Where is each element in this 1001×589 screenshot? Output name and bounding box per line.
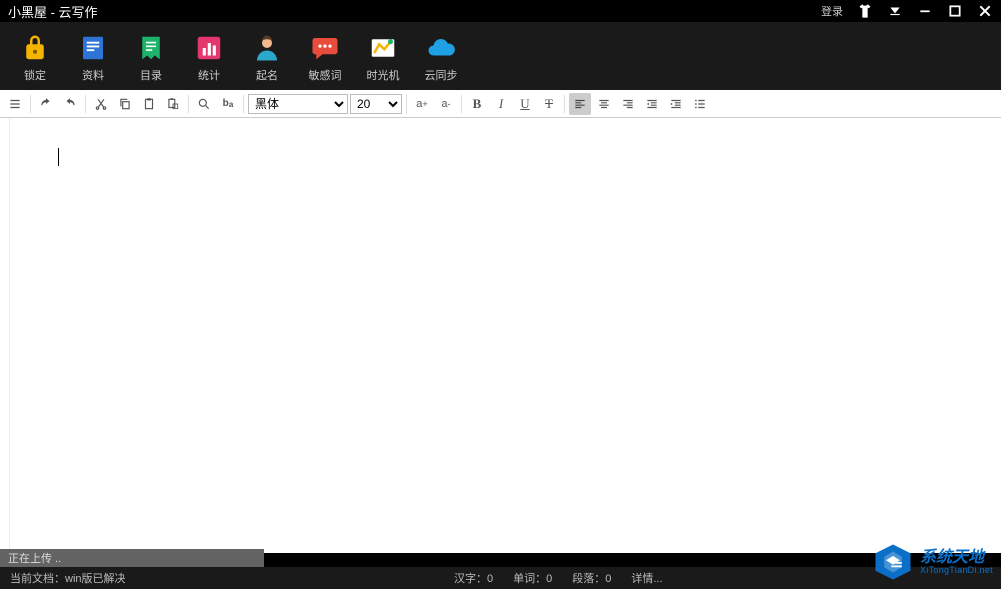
toc-button[interactable]: 目录 — [128, 33, 174, 83]
separator — [461, 95, 462, 113]
naming-label: 起名 — [256, 67, 278, 83]
copy-button[interactable] — [114, 93, 136, 115]
separator — [30, 95, 31, 113]
paste-special-button[interactable] — [162, 93, 184, 115]
bold-button[interactable]: B — [466, 93, 488, 115]
separator — [85, 95, 86, 113]
cloudsync-button[interactable]: 云同步 — [418, 33, 464, 83]
sensitive-label: 敏感词 — [309, 67, 342, 83]
detail-link[interactable]: 详情... — [631, 570, 662, 586]
indent-increase-button[interactable] — [665, 93, 687, 115]
underline-button[interactable]: U — [514, 93, 536, 115]
replace-button[interactable]: ba — [217, 93, 239, 115]
separator — [564, 95, 565, 113]
italic-button[interactable]: I — [490, 93, 512, 115]
timemachine-button[interactable]: 时光机 — [360, 33, 406, 83]
undo-button[interactable] — [35, 93, 57, 115]
minimize-icon[interactable] — [917, 3, 933, 19]
word-count: 单词：0 — [513, 570, 552, 586]
text-editor[interactable] — [10, 118, 1001, 553]
stats-label: 统计 — [198, 67, 220, 83]
upload-status: 正在上传 .. — [0, 549, 264, 567]
sensitive-button[interactable]: 敏感词 — [302, 33, 348, 83]
material-button[interactable]: 资料 — [70, 33, 116, 83]
list-icon — [136, 33, 166, 63]
format-toolbar: ba 黑体 20 a+ a- B I U T — [0, 90, 1001, 118]
redo-button[interactable] — [59, 93, 81, 115]
upload-status-text: 正在上传 .. — [8, 550, 61, 566]
statusbar: 当前文档：win版已解决 汉字：0 单词：0 段落：0 详情... — [0, 567, 1001, 589]
lock-label: 锁定 — [24, 67, 46, 83]
para-count: 段落：0 — [572, 570, 611, 586]
align-right-button[interactable] — [617, 93, 639, 115]
cloud-icon — [426, 33, 456, 63]
menu-icon[interactable] — [4, 93, 26, 115]
indent-decrease-button[interactable] — [641, 93, 663, 115]
titlebar: 小黑屋 - 云写作 登录 — [0, 0, 1001, 22]
editor-gutter — [0, 118, 10, 553]
stats-button[interactable]: 统计 — [186, 33, 232, 83]
paste-button[interactable] — [138, 93, 160, 115]
chat-icon — [310, 33, 340, 63]
main-toolbar: 锁定 资料 目录 统计 起名 敏感词 时光机 — [0, 22, 1001, 90]
login-link[interactable]: 登录 — [821, 3, 843, 19]
person-icon — [252, 33, 282, 63]
cut-button[interactable] — [90, 93, 112, 115]
dropdown-icon[interactable] — [887, 3, 903, 19]
font-size-select[interactable]: 20 — [350, 94, 402, 114]
align-center-button[interactable] — [593, 93, 615, 115]
cloudsync-label: 云同步 — [425, 67, 458, 83]
lock-icon — [20, 33, 50, 63]
current-doc: 当前文档：win版已解决 — [10, 570, 126, 586]
book-icon — [78, 33, 108, 63]
maximize-icon[interactable] — [947, 3, 963, 19]
lock-button[interactable]: 锁定 — [12, 33, 58, 83]
timemachine-icon — [368, 33, 398, 63]
timemachine-label: 时光机 — [367, 67, 400, 83]
shirt-icon[interactable] — [857, 3, 873, 19]
font-name-select[interactable]: 黑体 — [248, 94, 348, 114]
material-label: 资料 — [82, 67, 104, 83]
separator — [406, 95, 407, 113]
strikethrough-button[interactable]: T — [538, 93, 560, 115]
chart-icon — [194, 33, 224, 63]
editor-area — [0, 118, 1001, 553]
align-left-button[interactable] — [569, 93, 591, 115]
app-title: 小黑屋 - 云写作 — [8, 2, 98, 21]
naming-button[interactable]: 起名 — [244, 33, 290, 83]
search-button[interactable] — [193, 93, 215, 115]
separator — [188, 95, 189, 113]
text-cursor — [58, 148, 59, 166]
hanzi-count: 汉字：0 — [454, 570, 493, 586]
toc-label: 目录 — [140, 67, 162, 83]
close-icon[interactable] — [977, 3, 993, 19]
separator — [243, 95, 244, 113]
list-button[interactable] — [689, 93, 711, 115]
increase-font-button[interactable]: a+ — [411, 93, 433, 115]
decrease-font-button[interactable]: a- — [435, 93, 457, 115]
